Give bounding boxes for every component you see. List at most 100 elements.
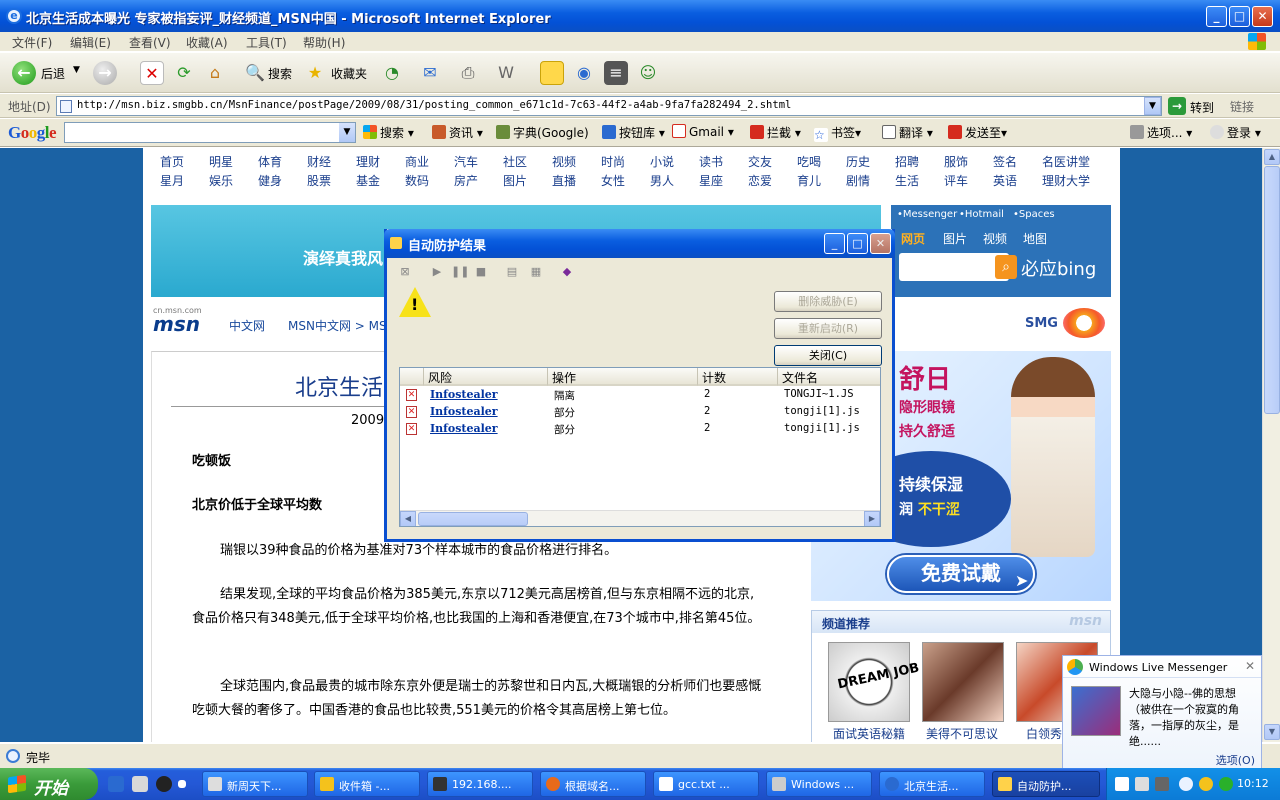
channel-link[interactable]: 生活 [895,172,919,189]
details-icon[interactable]: ▦ [528,264,544,280]
channel-link[interactable]: 视频 [552,153,576,170]
media-icon[interactable]: ≡ [604,61,628,85]
scroll-left-icon[interactable]: ◀ [400,511,416,526]
close-button[interactable]: ✕ [1252,6,1273,27]
search-icon[interactable]: 🔍 [243,61,267,85]
threat-risk-link[interactable]: Infostealer [430,405,498,418]
pause-icon[interactable]: ❚❚ [451,264,469,280]
msn-search-input[interactable] [899,253,1009,281]
channel-link[interactable]: 吃喝 [797,153,821,170]
channel-link[interactable]: 招聘 [895,153,919,170]
favorites-star-icon[interactable]: ★ [303,61,327,85]
delete-icon[interactable]: ⊠ [397,264,413,280]
channel-link[interactable]: 理财 [356,153,380,170]
tab-web[interactable]: 网页 [901,230,925,247]
column-header-filename[interactable]: 文件名 [778,368,880,386]
dialog-close-button[interactable]: ✕ [870,233,891,254]
channel-link[interactable]: 交友 [748,153,772,170]
tray-keyboard-icon[interactable] [1115,777,1129,791]
messenger-notification[interactable]: Windows Live Messenger ✕ 大隐与小隐--佛的思想（被供在… [1062,655,1262,769]
history-icon[interactable]: ◔ [380,61,404,85]
channel-link[interactable]: 服饰 [944,153,968,170]
minimize-button[interactable]: _ [1206,6,1227,27]
channel-link[interactable]: 汽车 [454,153,478,170]
taskbar-button-7[interactable]: 北京生活... [879,771,985,797]
google-news-button[interactable]: 资讯 ▾ [432,124,483,141]
google-search-button[interactable]: 搜索 ▾ [363,124,414,141]
taskbar-button-1[interactable]: 新周天下... [202,771,308,797]
google-options-button[interactable]: 选项... ▾ [1130,124,1192,141]
spaces-link[interactable]: •Spaces [1013,209,1055,220]
channel-link[interactable]: 时尚 [601,153,625,170]
channel-link[interactable]: 明星 [209,153,233,170]
address-dropdown-icon[interactable]: ▼ [1144,97,1161,115]
channel-link[interactable]: 育儿 [797,172,821,189]
quicklaunch-show-desktop-icon[interactable] [132,776,148,792]
thumbnail-dream-job[interactable]: DREAM JOB [828,642,921,722]
stop-square-icon[interactable]: ■ [473,264,489,280]
channel-link[interactable]: 图片 [503,172,527,189]
menu-help[interactable]: 帮助(H) [303,34,345,51]
threat-list-horizontal-scrollbar[interactable]: ◀ ▶ [400,510,880,526]
channel-link[interactable]: 签名 [993,153,1017,170]
tray-camera-icon[interactable] [1155,777,1169,791]
taskbar-button-5[interactable]: gcc.txt ... [653,771,759,797]
recommendation-caption-2[interactable]: 美得不可思议 [926,725,998,742]
channel-link[interactable]: 社区 [503,153,527,170]
back-dropdown-icon[interactable]: ▼ [73,65,80,75]
back-arrow-icon[interactable]: ← [12,61,36,85]
home-icon[interactable]: ⌂ [203,61,227,85]
maximize-button[interactable]: □ [1229,6,1250,27]
dialog-minimize-button[interactable]: _ [824,233,845,254]
menu-tools[interactable]: 工具(T) [246,34,287,51]
search-button[interactable]: 搜索 [268,65,292,82]
google-search-input[interactable]: ▼ [64,122,356,143]
gmail-button[interactable]: Gmail ▾ [672,124,734,139]
hotmail-link[interactable]: •Hotmail [959,209,1004,220]
restart-button[interactable]: 重新启动(R) [774,318,882,339]
back-button[interactable]: 后退 [41,65,65,82]
refresh-icon[interactable]: ⟳ [172,61,196,85]
menu-favorites[interactable]: 收藏(A) [186,34,228,51]
channel-link[interactable]: 女性 [601,172,625,189]
channel-link[interactable]: 剧情 [846,172,870,189]
taskbar-button-3[interactable]: 192.168.... [427,771,533,797]
channel-link[interactable]: 健身 [258,172,282,189]
horizontal-scroll-thumb[interactable] [418,512,528,526]
edit-icon[interactable]: W [494,61,518,85]
quicklaunch-expand-icon[interactable] [178,780,186,788]
close-dialog-button[interactable]: 关闭(C) [774,345,882,366]
threat-risk-link[interactable]: Infostealer [430,388,498,401]
messenger-options-link[interactable]: 选项(O) [1216,752,1255,768]
tray-help-icon[interactable] [1135,777,1149,791]
tab-images[interactable]: 图片 [943,230,967,247]
channel-link[interactable]: 英语 [993,172,1017,189]
messenger-icon[interactable]: ☺ [636,61,660,85]
column-header-icon[interactable] [400,368,424,386]
threat-risk-link[interactable]: Infostealer [430,422,498,435]
recommendation-caption-3[interactable]: 白领秀 [1026,725,1062,742]
taskbar-button-4[interactable]: 根据域名... [540,771,646,797]
messenger-close-icon[interactable]: ✕ [1245,659,1255,673]
channel-link[interactable]: 历史 [846,153,870,170]
window-title-bar[interactable]: e 北京生活成本曝光 专家被指妄评_财经频道_MSN中国 - Microsoft… [0,0,1280,32]
popup-blocker-button[interactable]: 拦截 ▾ [750,124,801,141]
messenger-link[interactable]: •Messenger [897,209,957,220]
go-button[interactable]: → 转到 [1166,96,1226,116]
column-header-count[interactable]: 计数 [698,368,778,386]
google-dictionary-button[interactable]: 字典(Google) [496,124,589,141]
notes-icon[interactable] [540,61,564,85]
scroll-down-icon[interactable]: ▼ [1264,724,1280,740]
dialog-title-bar[interactable]: 自动防护结果 _ □ ✕ [384,229,895,258]
menu-file[interactable]: 文件(F) [12,34,52,51]
channel-link[interactable]: 评车 [944,172,968,189]
channel-link[interactable]: 数码 [405,172,429,189]
channel-link[interactable]: 读书 [699,153,723,170]
messenger-message[interactable]: 大隐与小隐--佛的思想（被供在一个寂寞的角落，一指厚的灰尘，是绝...... [1129,686,1255,750]
google-search-dropdown-icon[interactable]: ▼ [339,123,355,142]
channel-link[interactable]: 体育 [258,153,282,170]
send-to-button[interactable]: 发送至▾ [948,124,1007,141]
channel-link[interactable]: 小说 [650,153,674,170]
breadcrumb[interactable]: MSN中文网 > MS [288,317,387,334]
print-icon[interactable]: ⎙ [456,61,480,85]
